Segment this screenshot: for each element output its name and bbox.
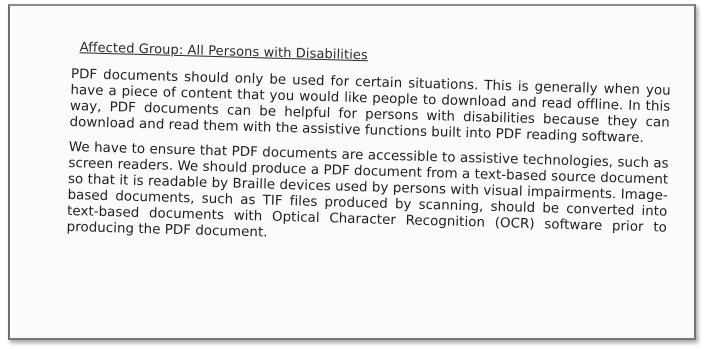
document-frame: Affected Group: All Persons with Disabil… (8, 4, 696, 340)
paragraph-pdf-usage: PDF documents should only be used for ce… (69, 66, 671, 147)
paragraph-accessibility: We have to ensure that PDF documents are… (66, 139, 669, 241)
scanned-page: Affected Group: All Persons with Disabil… (66, 36, 672, 262)
affected-group-heading: Affected Group: All Persons with Disabil… (79, 40, 369, 64)
